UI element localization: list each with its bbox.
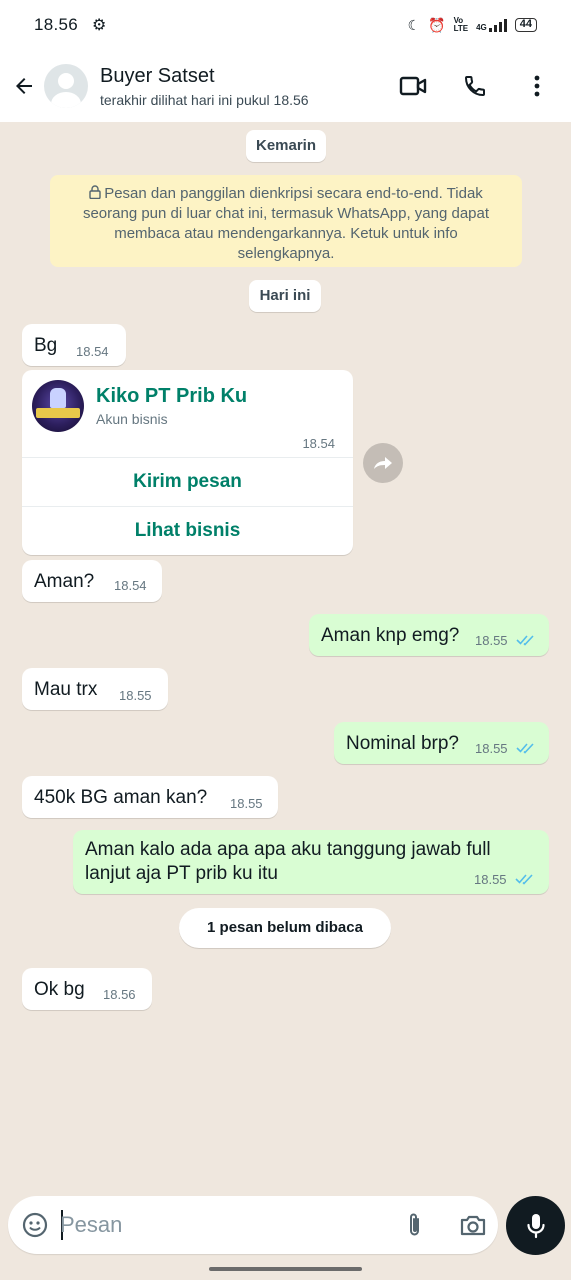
home-indicator[interactable] <box>209 1267 362 1271</box>
emoji-sticker-button[interactable] <box>20 1210 50 1240</box>
battery-icon: 44 <box>514 18 537 32</box>
phone-icon <box>464 76 485 97</box>
volte-icon: Vo LTE <box>453 16 469 33</box>
more-vertical-icon <box>534 75 540 97</box>
contact-info[interactable]: Buyer Satset terakhir dilihat hari ini p… <box>100 65 393 108</box>
message-incoming[interactable]: 450k BG aman kan? 18.55 <box>22 776 278 818</box>
avatar[interactable] <box>44 64 88 108</box>
message-incoming[interactable]: Mau trx 18.55 <box>22 668 168 710</box>
date-chip-today: Hari ini <box>249 280 321 312</box>
message-text-line1: Aman kalo ada apa apa aku tanggung jawab… <box>85 839 491 860</box>
last-seen: terakhir dilihat hari ini pukul 18.56 <box>100 91 309 108</box>
video-camera-icon <box>399 76 427 96</box>
status-indicators: ☾ ⏰ Vo LTE 4G 44 <box>408 17 537 34</box>
message-time: 18.55 <box>475 741 508 756</box>
forward-icon <box>374 457 392 469</box>
microphone-icon <box>526 1213 545 1238</box>
date-chip-yesterday: Kemarin <box>246 130 326 162</box>
network-type: 4G <box>476 23 487 32</box>
chat-area[interactable]: Kemarin Pesan dan panggilan dienkripsi s… <box>0 122 571 1192</box>
business-subtitle: Akun bisnis <box>96 411 168 427</box>
read-ticks-icon <box>516 743 534 754</box>
sticker-icon <box>22 1212 48 1238</box>
read-ticks-icon <box>516 635 534 646</box>
forward-button[interactable] <box>363 443 403 483</box>
message-time: 18.54 <box>76 344 109 359</box>
send-message-button[interactable]: Kirim pesan <box>22 457 353 506</box>
status-bar: 18.56 ⚙ ☾ ⏰ Vo LTE 4G 44 <box>0 0 571 50</box>
video-call-button[interactable] <box>393 66 433 106</box>
message-composer <box>8 1196 498 1254</box>
encryption-notice[interactable]: Pesan dan panggilan dienkripsi secara en… <box>50 175 522 267</box>
message-incoming[interactable]: Bg 18.54 <box>22 324 126 366</box>
business-contact-card[interactable]: Kiko PT Prib Ku Akun bisnis 18.54 Kirim … <box>22 370 353 555</box>
message-text-line2: lanjut aja PT prib ku itu <box>85 863 278 884</box>
signal-icon: 4G <box>476 18 507 32</box>
message-time: 18.56 <box>103 987 136 1002</box>
more-options-button[interactable] <box>517 66 557 106</box>
lock-icon <box>89 185 101 200</box>
message-text: Aman? <box>34 571 95 592</box>
read-ticks-icon <box>515 874 533 885</box>
message-text: Mau trx <box>34 679 98 700</box>
message-text: Aman knp emg? <box>321 625 460 646</box>
camera-icon <box>460 1215 486 1236</box>
chat-header: Buyer Satset terakhir dilihat hari ini p… <box>0 50 571 122</box>
contact-name: Buyer Satset <box>100 64 215 87</box>
message-incoming[interactable]: Ok bg 18.56 <box>22 968 152 1010</box>
message-time: 18.55 <box>230 796 263 811</box>
back-button[interactable] <box>4 74 44 98</box>
message-time: 18.54 <box>114 578 147 593</box>
settings-gear-icon: ⚙ <box>92 17 107 34</box>
message-input[interactable] <box>60 1206 380 1244</box>
message-outgoing[interactable]: Nominal brp? 18.55 <box>334 722 549 764</box>
message-time: 18.54 <box>302 436 335 451</box>
message-text: 450k BG aman kan? <box>34 787 208 808</box>
moon-icon: ☾ <box>407 16 421 33</box>
attach-button[interactable] <box>400 1210 430 1240</box>
voice-record-button[interactable] <box>506 1196 565 1255</box>
message-time: 18.55 <box>475 633 508 648</box>
voice-call-button[interactable] <box>455 66 495 106</box>
message-time: 18.55 <box>474 872 507 887</box>
unread-messages-chip: 1 pesan belum dibaca <box>179 908 391 948</box>
message-incoming[interactable]: Aman? 18.54 <box>22 560 162 602</box>
message-text: Ok bg <box>34 979 85 1000</box>
business-name: Kiko PT Prib Ku <box>96 385 248 407</box>
business-logo <box>32 380 84 432</box>
status-time: 18.56 <box>34 15 79 34</box>
message-outgoing[interactable]: Aman knp emg? 18.55 <box>309 614 549 656</box>
message-time: 18.55 <box>119 688 152 703</box>
message-text: Bg <box>34 335 58 356</box>
message-text: Nominal brp? <box>346 733 459 754</box>
camera-button[interactable] <box>458 1210 488 1240</box>
view-business-button[interactable]: Lihat bisnis <box>22 506 353 555</box>
paperclip-icon <box>410 1213 419 1236</box>
message-outgoing[interactable]: Aman kalo ada apa apa aku tanggung jawab… <box>73 830 549 894</box>
arrow-left-icon <box>16 78 32 94</box>
encryption-notice-text: Pesan dan panggilan dienkripsi secara en… <box>82 185 490 262</box>
alarm-icon: ⏰ <box>428 16 446 33</box>
